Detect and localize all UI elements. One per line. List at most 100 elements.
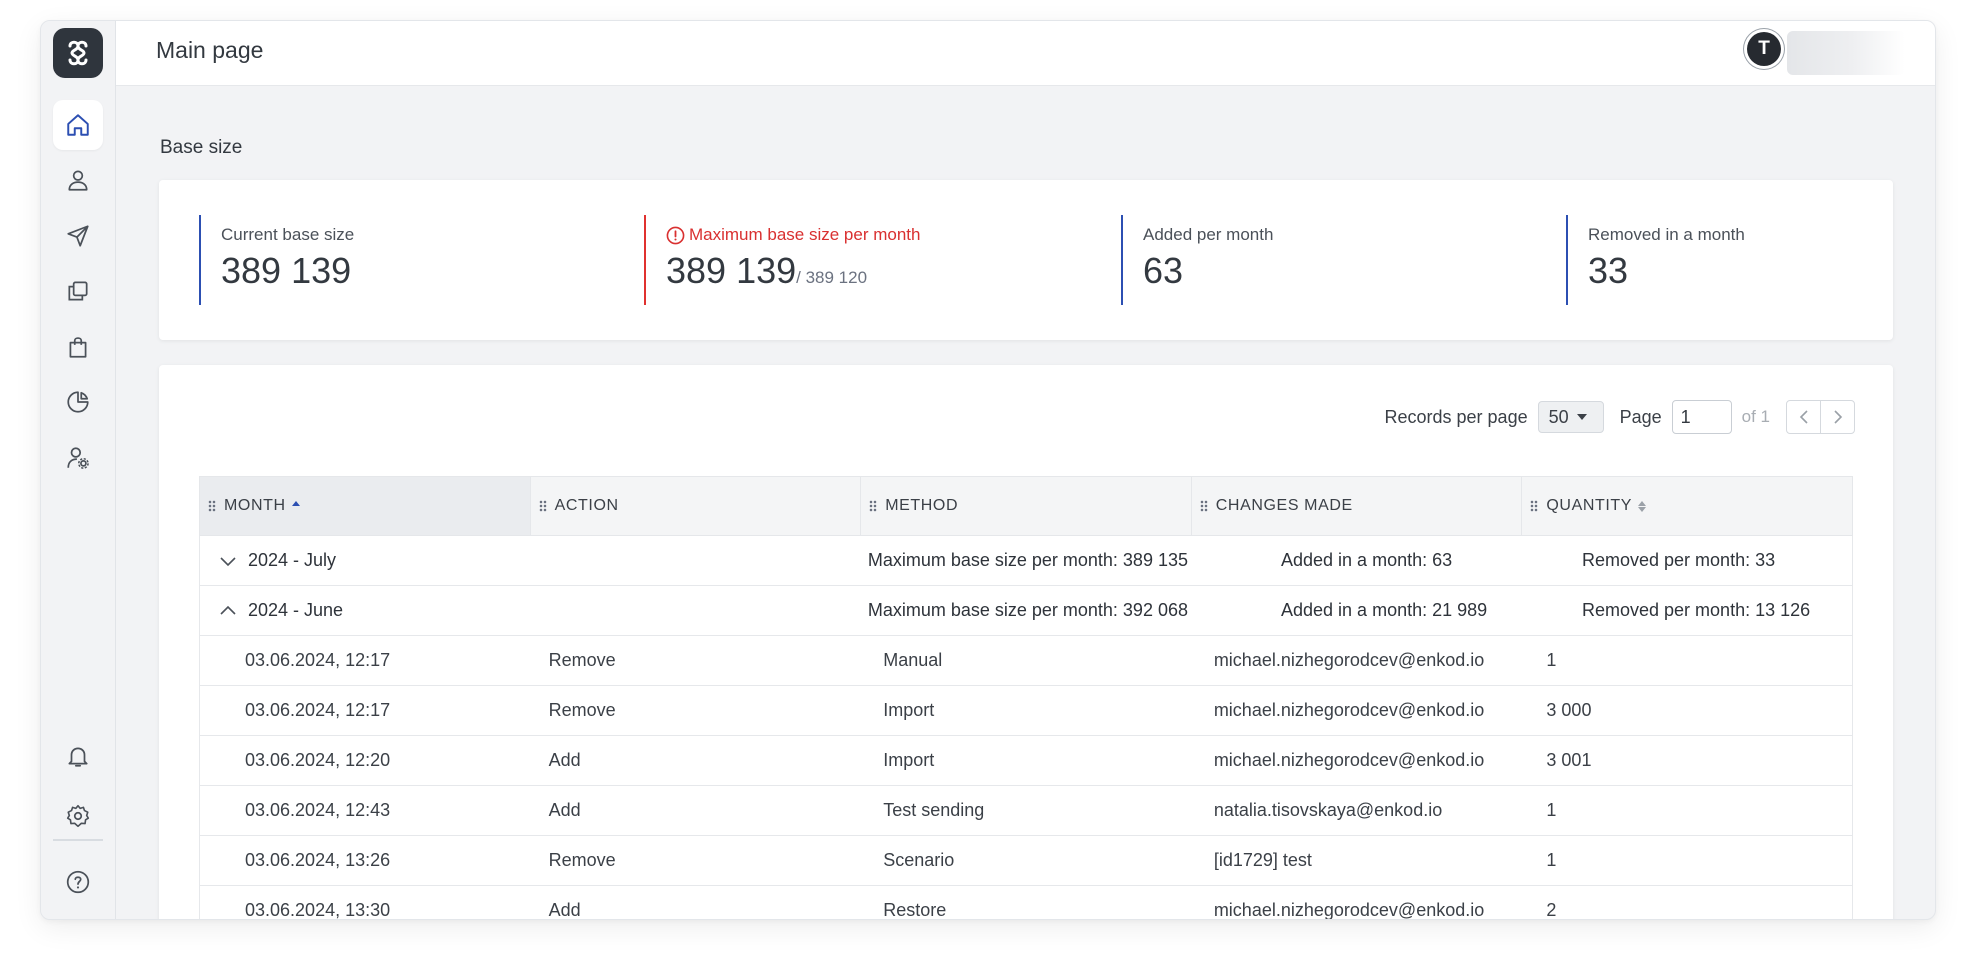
table-row[interactable]: 03.06.2024, 12:43 Add Test sending natal… — [199, 786, 1853, 836]
app-window: Main page T Base size Current base size … — [40, 20, 1936, 920]
group-added: Added in a month: 21 989 — [1281, 600, 1488, 620]
stat-value: 63 — [1143, 250, 1184, 291]
cell-quantity: 2 — [1546, 900, 1557, 920]
table-header: MONTH ACTION METHOD CHANGES MADE QUANTIT… — [199, 476, 1853, 536]
group-row-2024-june[interactable]: 2024 - June Maximum base size per month:… — [199, 586, 1853, 636]
history-table: MONTH ACTION METHOD CHANGES MADE QUANTIT… — [199, 476, 1853, 920]
cell-action: Remove — [548, 850, 616, 870]
sidebar-item-templates[interactable] — [53, 266, 103, 316]
cell-changes-made: michael.nizhegorodcev@enkod.io — [1213, 700, 1485, 720]
stat-value: 389 139 — [221, 250, 352, 291]
column-header-method[interactable]: METHOD — [861, 477, 1192, 535]
cell-date: 03.06.2024, 12:20 — [245, 750, 391, 770]
table-row[interactable]: 03.06.2024, 12:17 Remove Import michael.… — [199, 686, 1853, 736]
stat-label: Current base size — [221, 225, 355, 244]
records-per-page-label: Records per page — [1384, 406, 1528, 427]
drag-handle-icon[interactable] — [869, 500, 878, 512]
stat-current-base-size: Current base size 389 139 — [199, 215, 354, 305]
drag-handle-icon[interactable] — [1199, 500, 1208, 512]
column-header-month[interactable]: MONTH — [200, 477, 531, 535]
group-removed: Removed per month: 33 — [1582, 550, 1776, 570]
sidebar-divider — [53, 839, 103, 841]
cell-method: Test sending — [883, 800, 985, 820]
cell-method: Manual — [883, 650, 943, 670]
sort-icon[interactable] — [1638, 500, 1647, 512]
column-header-action[interactable]: ACTION — [531, 477, 862, 535]
send-icon — [67, 225, 89, 247]
copy-icon — [68, 281, 88, 301]
user-icon — [68, 170, 88, 191]
drag-handle-icon[interactable] — [538, 500, 547, 512]
cell-quantity: 3 001 — [1546, 750, 1592, 770]
warning-icon — [666, 226, 685, 244]
sidebar-item-campaigns[interactable] — [53, 211, 103, 261]
prev-page-button[interactable] — [1787, 401, 1820, 433]
sidebar-item-products[interactable] — [53, 322, 103, 372]
cell-changes-made: michael.nizhegorodcev@enkod.io — [1213, 650, 1485, 670]
shopping-bag-icon — [69, 337, 87, 358]
avatar[interactable]: T — [1747, 32, 1781, 66]
cell-action: Add — [548, 750, 581, 770]
table-row[interactable]: 03.06.2024, 13:26 Remove Scenario [id172… — [199, 836, 1853, 886]
stat-max-base-size: Maximum base size per month 389 139/ 389… — [644, 215, 920, 305]
pagination: Records per page 50 Page of 1 — [1384, 399, 1855, 435]
chevron-up-icon[interactable] — [218, 601, 238, 621]
cell-date: 03.06.2024, 12:17 — [245, 650, 391, 670]
user-name-blurred[interactable] — [1787, 31, 1905, 75]
section-title: Base size — [160, 137, 243, 158]
column-header-quantity[interactable]: QUANTITY — [1522, 477, 1852, 535]
cell-quantity: 3 000 — [1546, 700, 1592, 720]
stat-label: Removed in a month — [1588, 225, 1745, 244]
sidebar-item-analytics[interactable] — [53, 377, 103, 427]
sidebar-item-user-settings[interactable] — [53, 433, 103, 483]
notifications-button[interactable] — [53, 731, 103, 781]
sidebar-item-home[interactable] — [53, 100, 103, 150]
cell-date: 03.06.2024, 13:26 — [245, 850, 391, 870]
chevron-down-icon[interactable] — [218, 551, 238, 571]
drag-handle-icon[interactable] — [208, 500, 216, 512]
next-page-button[interactable] — [1820, 401, 1854, 433]
logo[interactable] — [53, 28, 103, 78]
stat-limit: / 389 120 — [796, 268, 868, 287]
page-title: Main page — [156, 37, 264, 63]
cell-date: 03.06.2024, 12:43 — [245, 800, 391, 820]
user-settings-icon — [67, 447, 89, 469]
sort-ascending-icon[interactable] — [291, 500, 300, 512]
table-row[interactable]: 03.06.2024, 13:30 Add Restore michael.ni… — [199, 886, 1853, 920]
bell-icon — [68, 747, 88, 767]
stats-card: Current base size 389 139 Maximum base s… — [159, 180, 1893, 340]
table-row[interactable]: 03.06.2024, 12:20 Add Import michael.niz… — [199, 736, 1853, 786]
group-row-2024-july[interactable]: 2024 - July Maximum base size per month:… — [199, 536, 1853, 586]
cell-quantity: 1 — [1546, 800, 1557, 820]
caret-down-icon — [1576, 414, 1587, 420]
pie-chart-icon — [67, 391, 89, 413]
help-button[interactable] — [53, 857, 103, 907]
stat-removed-in-month: Removed in a month 33 — [1566, 215, 1745, 305]
cell-changes-made: michael.nizhegorodcev@enkod.io — [1213, 900, 1485, 920]
records-per-page-select[interactable]: 50 — [1537, 401, 1604, 433]
home-icon — [67, 114, 89, 136]
cell-changes-made: [id1729] test — [1213, 850, 1312, 870]
cell-method: Scenario — [883, 850, 955, 870]
group-max-size: Maximum base size per month: 389 135 — [867, 550, 1188, 570]
sidebar-item-contacts[interactable] — [53, 155, 103, 205]
cell-quantity: 1 — [1546, 850, 1557, 870]
cell-action: Remove — [548, 700, 616, 720]
gear-icon — [66, 804, 90, 828]
stat-label: Added per month — [1143, 225, 1274, 244]
cell-action: Remove — [548, 650, 616, 670]
table-row[interactable]: 03.06.2024, 12:17 Remove Manual michael.… — [199, 636, 1853, 686]
cell-date: 03.06.2024, 13:30 — [245, 900, 391, 920]
chevron-right-icon — [1833, 410, 1842, 424]
stat-value: 33 — [1588, 250, 1629, 291]
history-table-card: Records per page 50 Page of 1 — [159, 365, 1893, 920]
cell-method: Import — [883, 750, 935, 770]
cell-date: 03.06.2024, 12:17 — [245, 700, 391, 720]
stat-added-per-month: Added per month 63 — [1121, 215, 1273, 305]
group-label: 2024 - June — [248, 600, 344, 620]
cell-method: Import — [883, 700, 935, 720]
drag-handle-icon[interactable] — [1530, 500, 1539, 512]
page-input[interactable] — [1671, 400, 1732, 434]
settings-button[interactable] — [53, 791, 103, 841]
column-header-changes-made[interactable]: CHANGES MADE — [1192, 477, 1523, 535]
